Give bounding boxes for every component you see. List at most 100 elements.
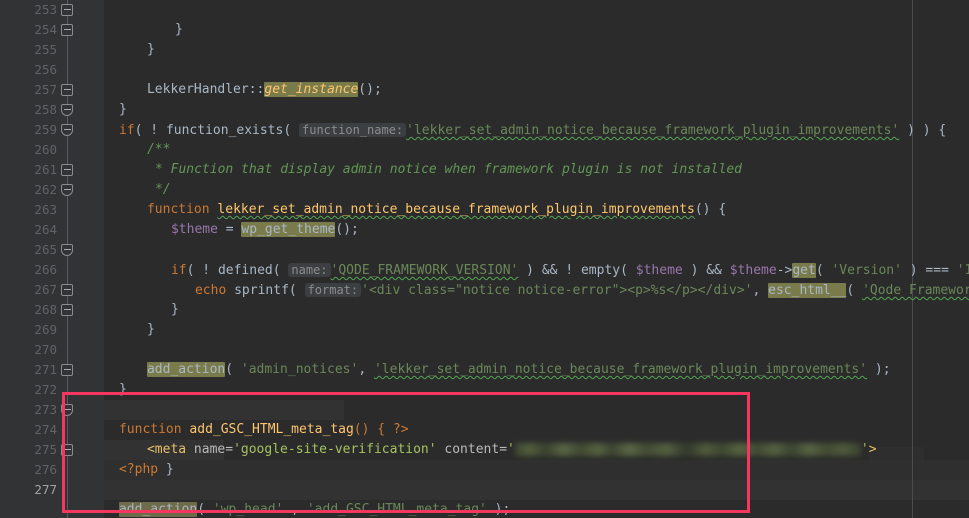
code-token: } xyxy=(158,462,174,477)
line-number: 272 xyxy=(34,382,57,397)
code-token: } xyxy=(174,22,183,37)
code-token-class: LekkerHandler xyxy=(146,82,249,97)
code-token-quote: ' xyxy=(860,442,869,457)
code-line-275[interactable]: <?php } xyxy=(104,440,174,477)
fold-marker-icon[interactable] xyxy=(61,364,74,377)
fold-marker-icon[interactable] xyxy=(61,4,74,17)
code-token-html-attr: content= xyxy=(436,442,508,457)
line-number: 266 xyxy=(34,262,57,277)
code-token: } xyxy=(118,382,127,397)
line-number: 262 xyxy=(34,182,57,197)
code-token: ( xyxy=(283,123,299,138)
code-line-254[interactable]: } xyxy=(104,20,155,57)
code-canvas[interactable]: } } LekkerHandler::get_instance(); } if(… xyxy=(104,0,969,518)
code-token-call: add_action xyxy=(118,502,198,517)
code-token: ( xyxy=(288,283,305,298)
code-editor[interactable]: 253 254 255 256 257 258 259 260 261 262 … xyxy=(0,0,969,518)
fold-marker-icon[interactable] xyxy=(61,184,74,197)
line-number: 273 xyxy=(34,402,57,417)
inlay-param-hint[interactable]: function_name: xyxy=(299,123,407,137)
code-line-277[interactable]: add_action( 'wp_head' , 'add_GSC_HTML_me… xyxy=(104,480,510,517)
code-line-261[interactable]: */ xyxy=(108,160,171,197)
code-line-253[interactable]: } xyxy=(128,0,183,37)
code-token-string: '<div class="notice notice-error"><p>%s<… xyxy=(361,283,753,298)
fold-rail xyxy=(67,0,68,518)
line-number-gutter[interactable]: 253 254 255 256 257 258 259 260 261 262 … xyxy=(0,0,104,518)
code-line-266[interactable]: echo sprintf( format: '<div class="notice… xyxy=(148,260,969,298)
code-token-scope: :: xyxy=(248,82,265,97)
line-number: 269 xyxy=(34,322,57,337)
line-number: 275 xyxy=(34,442,57,457)
line-number: 265 xyxy=(34,242,57,257)
code-token: = xyxy=(217,222,242,237)
fold-marker-icon[interactable] xyxy=(61,284,74,297)
code-line-265[interactable]: if( ! defined( name: 'QODE_FRAMEWORK_VERS… xyxy=(124,240,969,278)
code-line-259[interactable]: /** xyxy=(104,120,170,157)
code-token-call: function_exists xyxy=(165,123,284,138)
redacted-verification-token xyxy=(514,443,861,456)
line-shading xyxy=(104,460,969,480)
code-line-273[interactable]: function add_GSC_HTML_meta_tag() { ?> xyxy=(104,400,409,437)
inlay-param-hint[interactable]: format: xyxy=(304,283,362,297)
code-line-270[interactable]: add_action( 'admin_notices', 'lekker_set… xyxy=(104,340,891,377)
code-token: ) ) { xyxy=(899,123,947,138)
code-line-263[interactable]: $theme = wp_get_theme(); xyxy=(124,200,359,237)
line-number: 256 xyxy=(34,62,57,77)
code-token: () { xyxy=(694,202,727,217)
code-token-method: get_instance xyxy=(264,82,359,97)
line-number: 261 xyxy=(34,162,57,177)
line-number: 264 xyxy=(34,222,57,237)
fold-marker-icon[interactable] xyxy=(61,164,74,177)
code-line-256[interactable]: LekkerHandler::get_instance(); xyxy=(104,60,382,97)
line-number: 257 xyxy=(34,82,57,97)
code-line-258[interactable]: if( ! function_exists( function_name:'le… xyxy=(104,100,946,138)
code-line-267[interactable]: } xyxy=(124,280,179,317)
code-token: , xyxy=(283,502,307,517)
code-token-comment: * Function that display admin notice whe… xyxy=(154,162,742,177)
code-line-262[interactable]: function lekker_set_admin_notice_because… xyxy=(104,180,726,217)
line-number: 276 xyxy=(34,462,57,477)
code-line-271[interactable]: } xyxy=(104,360,127,397)
code-line-257[interactable]: } xyxy=(104,80,127,117)
code-line-274[interactable]: <meta name='google-site-verification' co… xyxy=(104,420,877,457)
line-number: 259 xyxy=(34,122,57,137)
line-number: 258 xyxy=(34,102,57,117)
fold-marker-icon[interactable] xyxy=(61,304,74,317)
code-token: , xyxy=(358,362,374,377)
code-token-call: add_action xyxy=(146,362,226,377)
code-token: (); xyxy=(358,82,382,97)
code-token: ); xyxy=(486,502,511,517)
fold-marker-icon[interactable] xyxy=(61,84,74,97)
line-number: 253 xyxy=(34,2,57,17)
render-artifact xyxy=(869,447,924,465)
code-token: (); xyxy=(335,222,359,237)
code-token: ( xyxy=(225,362,241,377)
line-number-current: 277 xyxy=(34,482,57,497)
fold-marker-icon[interactable] xyxy=(61,444,74,457)
code-token: } xyxy=(146,42,155,57)
code-token: , xyxy=(752,283,769,298)
code-token-string: 'add_GSC_HTML_meta_tag' xyxy=(306,502,487,517)
code-line-260[interactable]: * Function that display admin notice whe… xyxy=(108,140,742,177)
code-token-quote: ' xyxy=(507,442,515,457)
line-number: 274 xyxy=(34,422,57,437)
line-number: 260 xyxy=(34,142,57,157)
line-number: 271 xyxy=(34,362,57,377)
code-token-call: esc_html__ xyxy=(768,283,847,298)
code-token-html-tag: > xyxy=(868,442,877,457)
code-token-keyword: echo xyxy=(194,283,227,298)
code-line-268[interactable]: } xyxy=(104,300,155,337)
code-token-string: 'admin_notices' xyxy=(240,362,359,377)
fold-marker-icon[interactable] xyxy=(61,104,74,117)
line-number: 270 xyxy=(34,342,57,357)
code-token-html-value: 'google-site-verification' xyxy=(233,442,437,457)
fold-marker-icon[interactable] xyxy=(61,244,74,257)
fold-marker-icon[interactable] xyxy=(61,124,74,137)
fold-marker-icon[interactable] xyxy=(61,404,74,417)
fold-marker-icon[interactable] xyxy=(61,24,74,37)
code-token-php-open: <?php xyxy=(118,462,159,477)
code-token-variable: $theme xyxy=(170,222,218,237)
code-token: } xyxy=(170,302,179,317)
line-number: 263 xyxy=(34,202,57,217)
